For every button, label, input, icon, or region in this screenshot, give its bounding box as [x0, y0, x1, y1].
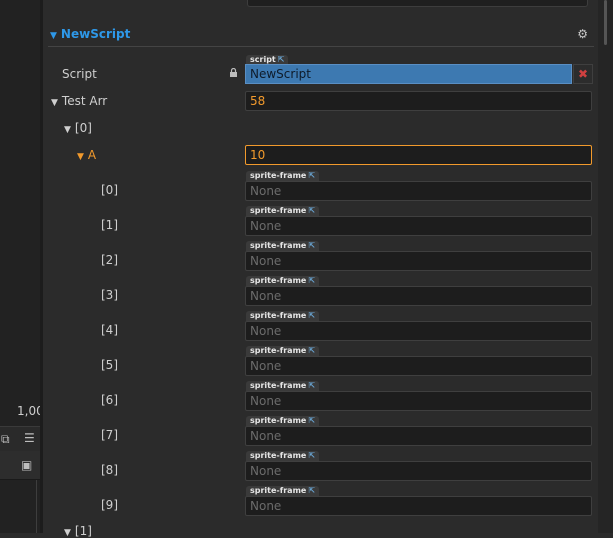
external-link-icon[interactable]: ⇱ [308, 171, 315, 180]
sprite-frame-tag: sprite-frame ⇱ [246, 451, 320, 461]
sprite-frame-field[interactable]: None [245, 181, 592, 201]
scrollbar[interactable] [598, 0, 613, 533]
array-item-1-label-text: [1] [74, 524, 92, 538]
script-type-tag-text: script [250, 55, 276, 64]
sprite-frame-tag-text: sprite-frame [250, 451, 307, 460]
sprite-frame-tag-text: sprite-frame [250, 171, 307, 180]
sprite-frame-field[interactable]: None [245, 461, 592, 481]
sprite-frame-field[interactable]: None [245, 391, 592, 411]
sprite-frame-tag-text: sprite-frame [250, 486, 307, 495]
test-arr-size-input[interactable]: 58 [245, 91, 592, 111]
external-link-icon[interactable]: ⇱ [308, 241, 315, 250]
sprite-frame-tag-text: sprite-frame [250, 206, 307, 215]
element-label: [4] [101, 323, 118, 337]
sprite-frame-tag: sprite-frame ⇱ [246, 416, 320, 426]
panel-subbar: ▣ [0, 451, 40, 480]
sprite-frame-tag-text: sprite-frame [250, 241, 307, 250]
sprite-frame-tag: sprite-frame ⇱ [246, 381, 320, 391]
element-label: [7] [101, 428, 118, 442]
sprite-frame-tag: sprite-frame ⇱ [246, 346, 320, 356]
gear-icon[interactable]: ⚙ [577, 27, 588, 41]
expand-arrow-icon: ▼ [50, 31, 57, 41]
sprite-frame-tag: sprite-frame ⇱ [246, 171, 320, 181]
script-label: Script [62, 67, 97, 81]
sprite-frame-field[interactable]: None [245, 356, 592, 376]
array-item-0-label-text: [0] [74, 121, 92, 135]
external-link-icon[interactable]: ⇱ [308, 486, 315, 495]
panel-toolbar: ⧉ ☰ [0, 426, 40, 452]
a-label[interactable]: ▼ A [77, 148, 96, 162]
sprite-frame-field[interactable]: None [245, 426, 592, 446]
external-link-icon[interactable]: ⇱ [278, 55, 285, 64]
element-label: [6] [101, 393, 118, 407]
sprite-frame-tag: sprite-frame ⇱ [246, 206, 320, 216]
test-arr-label-text: Test Arr [61, 94, 108, 108]
panel-separator [36, 480, 37, 533]
element-label: [0] [101, 183, 118, 197]
sprite-frame-tag: sprite-frame ⇱ [246, 486, 320, 496]
a-size-input[interactable]: 10 [245, 145, 592, 165]
lock-icon [230, 68, 237, 77]
sprite-frame-tag-text: sprite-frame [250, 346, 307, 355]
external-link-icon[interactable]: ⇱ [308, 381, 315, 390]
element-label: [2] [101, 253, 118, 267]
sprite-frame-field[interactable]: None [245, 496, 592, 516]
array-item-1-label[interactable]: ▼ [1] [64, 524, 92, 538]
test-arr-label[interactable]: ▼ Test Arr [51, 94, 107, 108]
scrollbar-thumb[interactable] [604, 0, 607, 45]
clear-script-button[interactable]: ✖ [573, 64, 593, 84]
menu-icon[interactable]: ☰ [24, 431, 35, 445]
expand-arrow-icon: ▼ [77, 152, 84, 162]
sprite-frame-tag-text: sprite-frame [250, 311, 307, 320]
sprite-frame-tag: sprite-frame ⇱ [246, 311, 320, 321]
sprite-frame-tag: sprite-frame ⇱ [246, 276, 320, 286]
sprite-frame-field[interactable]: None [245, 216, 592, 236]
sprite-frame-tag-text: sprite-frame [250, 381, 307, 390]
sprite-frame-tag: sprite-frame ⇱ [246, 241, 320, 251]
script-asset-field[interactable]: NewScript [245, 64, 572, 84]
sprite-frame-field[interactable]: None [245, 321, 592, 341]
component-header[interactable]: ▼ NewScript ⚙ [48, 24, 594, 47]
external-link-icon[interactable]: ⇱ [308, 311, 315, 320]
element-label: [3] [101, 288, 118, 302]
external-link-icon[interactable]: ⇱ [308, 206, 315, 215]
previous-field[interactable] [247, 0, 588, 7]
external-link-icon[interactable]: ⇱ [308, 346, 315, 355]
expand-arrow-icon: ▼ [64, 125, 71, 135]
sprite-frame-tag-text: sprite-frame [250, 416, 307, 425]
expand-arrow-icon: ▼ [51, 98, 58, 108]
element-label: [8] [101, 463, 118, 477]
pane-divider[interactable] [40, 0, 43, 533]
component-title[interactable]: ▼ NewScript [50, 27, 130, 41]
expand-arrow-icon: ▼ [64, 528, 71, 538]
collapse-icon[interactable]: ▣ [21, 458, 32, 472]
external-link-icon[interactable]: ⇱ [308, 451, 315, 460]
element-label: [1] [101, 218, 118, 232]
external-link-icon[interactable]: ⇱ [308, 276, 315, 285]
window-icon[interactable]: ⧉ [1, 432, 10, 447]
external-link-icon[interactable]: ⇱ [308, 416, 315, 425]
array-item-0-label[interactable]: ▼ [0] [64, 121, 92, 135]
component-title-text: NewScript [60, 27, 131, 41]
sprite-frame-field[interactable]: None [245, 286, 592, 306]
element-label: [5] [101, 358, 118, 372]
sprite-frame-field[interactable]: None [245, 251, 592, 271]
element-label: [9] [101, 498, 118, 512]
scene-panel: 1,00 ⧉ ☰ ▣ [0, 0, 44, 533]
a-label-text: A [87, 148, 97, 162]
sprite-frame-tag-text: sprite-frame [250, 276, 307, 285]
